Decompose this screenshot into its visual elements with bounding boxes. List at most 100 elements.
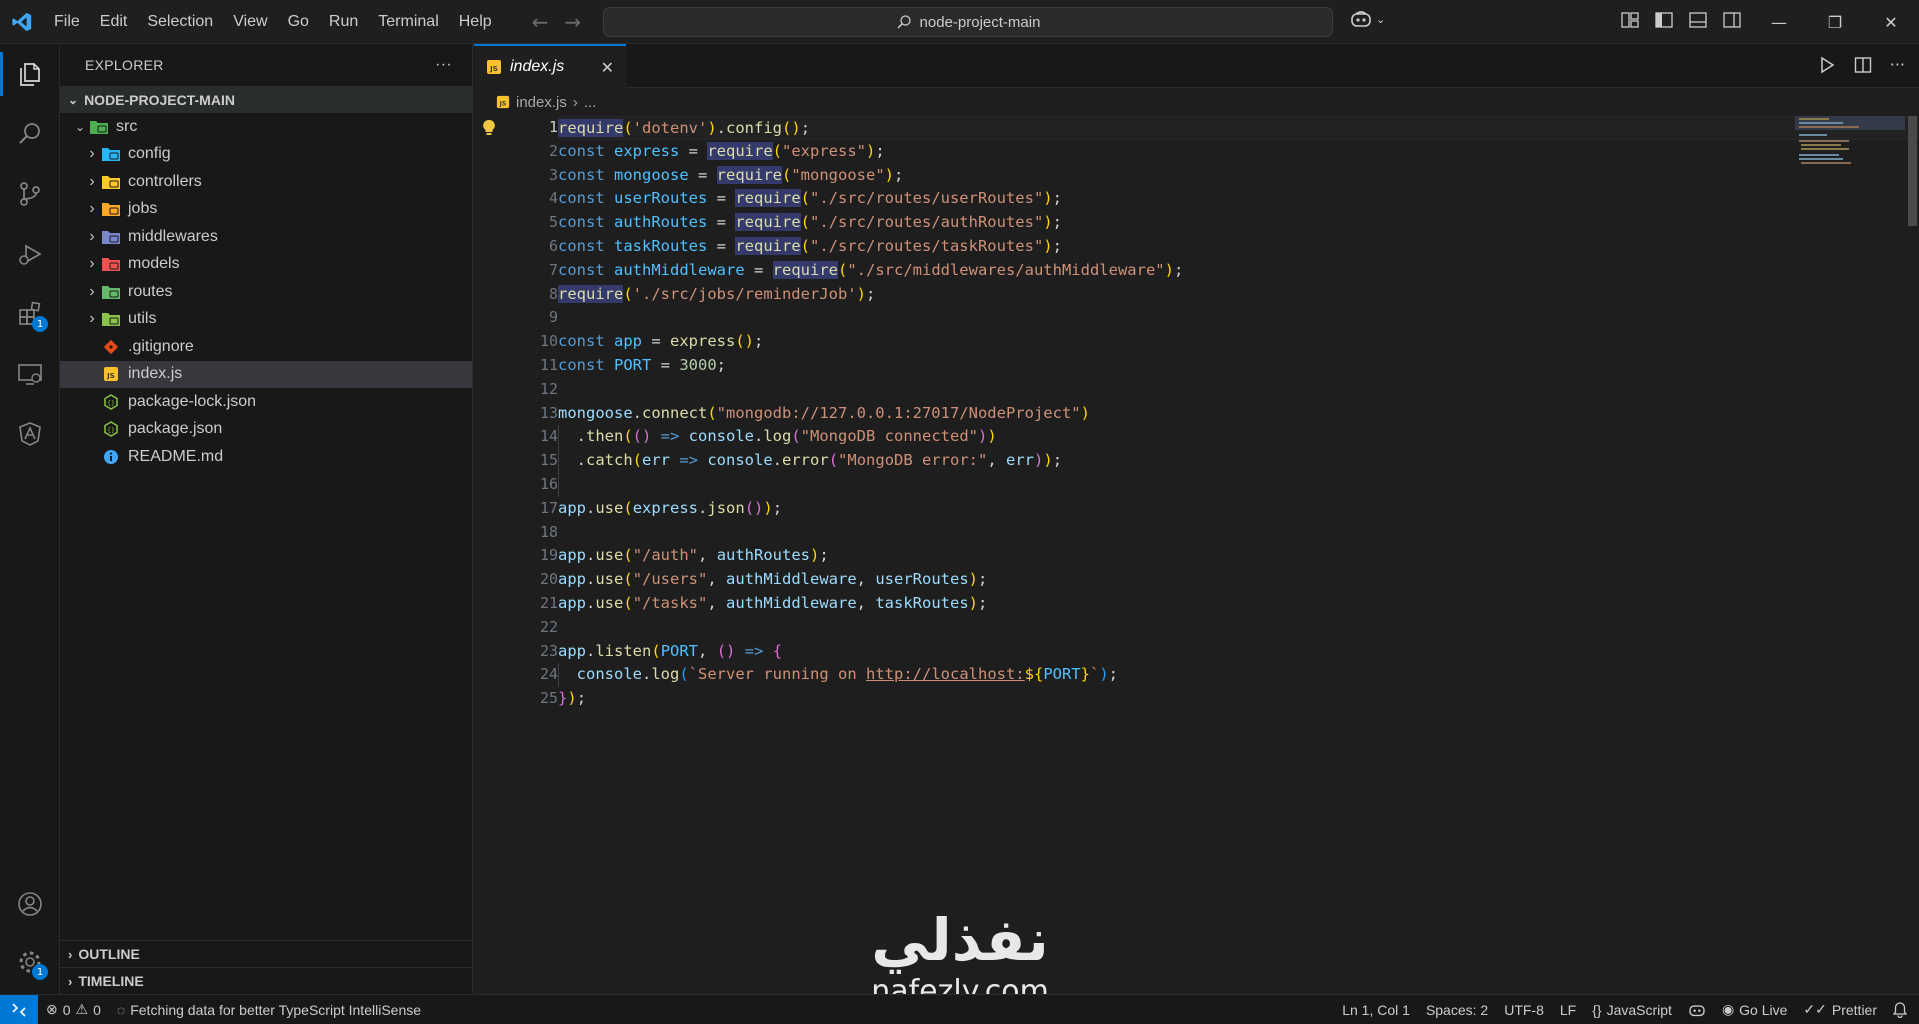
search-icon[interactable] — [0, 106, 60, 162]
code-line[interactable]: app.listen(PORT, () => { — [558, 640, 1919, 664]
code-line[interactable]: app.use("/users", authMiddleware, userRo… — [558, 568, 1919, 592]
code-editor[interactable]: 1 2 3 4 5 6 7 8 9 10 11 12 13 14 15 16 17 18 19 20 21 22 23 24 2… — [474, 116, 1919, 994]
source-control-icon[interactable] — [0, 166, 60, 222]
extensions-icon[interactable]: 1 — [0, 286, 60, 342]
chevron-right-icon[interactable]: › — [84, 200, 100, 218]
remote-explorer-icon[interactable] — [0, 346, 60, 402]
code-line[interactable]: const taskRoutes = require("./src/routes… — [558, 235, 1919, 259]
workspace-root[interactable]: ⌄ NODE-PROJECT-MAIN — [60, 86, 472, 113]
cursor-position[interactable]: Ln 1, Col 1 — [1334, 995, 1418, 1024]
back-arrow-icon[interactable]: ← — [532, 10, 549, 34]
code-line[interactable]: const authMiddleware = require("./src/mi… — [558, 259, 1919, 283]
gear-icon[interactable]: 1 — [0, 934, 60, 990]
tree-item-jobs[interactable]: › jobs — [60, 196, 472, 224]
code-line[interactable]: const userRoutes = require("./src/routes… — [558, 187, 1919, 211]
timeline-section[interactable]: › TIMELINE — [60, 967, 473, 994]
code-line[interactable]: app.use("/tasks", authMiddleware, taskRo… — [558, 592, 1919, 616]
toggle-secondary-sidebar-icon[interactable] — [1722, 10, 1742, 30]
command-center[interactable]: node-project-main — [603, 7, 1333, 37]
code-line[interactable]: const authRoutes = require("./src/routes… — [558, 211, 1919, 235]
encoding[interactable]: UTF-8 — [1496, 995, 1552, 1024]
close-icon[interactable]: ✕ — [601, 58, 614, 77]
menu-item-selection[interactable]: Selection — [137, 0, 223, 44]
code-line[interactable] — [558, 521, 1919, 545]
notifications-icon[interactable] — [1885, 995, 1919, 1024]
chevron-right-icon[interactable]: › — [84, 310, 100, 328]
code-line[interactable]: require('dotenv').config(); — [558, 116, 1919, 140]
more-actions-icon[interactable]: ··· — [1890, 56, 1905, 74]
toggle-primary-sidebar-icon[interactable] — [1654, 10, 1674, 30]
code-line[interactable]: const express = require("express"); — [558, 140, 1919, 164]
chevron-right-icon[interactable]: › — [84, 283, 100, 301]
tree-item-models[interactable]: › models — [60, 251, 472, 279]
tree-item-package-lock-json[interactable]: {} package-lock.json — [60, 388, 472, 416]
menu-item-help[interactable]: Help — [449, 0, 502, 44]
copilot-button[interactable]: ⌄ — [1350, 10, 1385, 28]
explorer-icon[interactable] — [0, 46, 60, 102]
code-line[interactable]: .then(() => console.log("MongoDB connect… — [558, 425, 1919, 449]
code-line[interactable] — [558, 473, 1919, 497]
run-debug-icon[interactable] — [0, 226, 60, 282]
accounts-icon[interactable] — [0, 876, 60, 932]
code-line[interactable]: }); — [558, 687, 1919, 711]
code-line[interactable]: mongoose.connect("mongodb://127.0.0.1:27… — [558, 402, 1919, 426]
tree-item-index-js[interactable]: JS index.js — [60, 360, 472, 388]
customize-layout-icon[interactable] — [1620, 10, 1640, 30]
remote-indicator-icon[interactable] — [0, 994, 38, 1024]
tree-item-src[interactable]: ⌄ src — [60, 113, 472, 141]
outline-section[interactable]: › OUTLINE — [60, 940, 473, 967]
tree-item-config[interactable]: › config — [60, 141, 472, 169]
code-line[interactable]: app.use(express.json()); — [558, 497, 1919, 521]
tree-item-gitignore[interactable]: .gitignore — [60, 333, 472, 361]
minimap[interactable] — [1795, 116, 1905, 168]
prettier-button[interactable]: ✓✓ Prettier — [1795, 995, 1885, 1024]
tab-index-js[interactable]: JS index.js ✕ — [474, 44, 626, 88]
menu-item-edit[interactable]: Edit — [90, 0, 138, 44]
problems-indicator[interactable]: ⊗ 0 ⚠ 0 — [38, 995, 109, 1024]
go-live-button[interactable]: ◉ Go Live — [1714, 995, 1795, 1024]
breadcrumb-file[interactable]: index.js — [516, 94, 567, 111]
breadcrumb-symbol[interactable]: ... — [584, 94, 597, 111]
menu-item-view[interactable]: View — [223, 0, 277, 44]
forward-arrow-icon[interactable]: → — [564, 10, 581, 34]
tree-item-routes[interactable]: › routes — [60, 278, 472, 306]
close-window-icon[interactable]: ✕ — [1863, 0, 1919, 44]
menu-item-file[interactable]: File — [44, 0, 90, 44]
chevron-right-icon[interactable]: › — [84, 255, 100, 273]
chevron-right-icon[interactable]: › — [84, 173, 100, 191]
code-line[interactable]: require('./src/jobs/reminderJob'); — [558, 283, 1919, 307]
code-line[interactable] — [558, 306, 1919, 330]
code-line[interactable]: console.log(`Server running on http://lo… — [558, 663, 1919, 687]
chevron-right-icon[interactable]: › — [84, 228, 100, 246]
tree-item-package-json[interactable]: {} package.json — [60, 416, 472, 444]
tree-item-readme-md[interactable]: README.md — [60, 443, 472, 471]
tree-item-controllers[interactable]: › controllers — [60, 168, 472, 196]
code-line[interactable]: const PORT = 3000; — [558, 354, 1919, 378]
tree-item-utils[interactable]: › utils — [60, 306, 472, 334]
scrollbar-thumb[interactable] — [1908, 116, 1917, 226]
chevron-down-icon[interactable]: ⌄ — [72, 120, 88, 134]
copilot-status-icon[interactable] — [1680, 995, 1714, 1024]
run-icon[interactable] — [1818, 56, 1836, 74]
code-line[interactable]: const mongoose = require("mongoose"); — [558, 164, 1919, 188]
code-line[interactable] — [558, 616, 1919, 640]
editor-scrollbar[interactable] — [1905, 116, 1919, 640]
toggle-panel-icon[interactable] — [1688, 10, 1708, 30]
language-mode[interactable]: {} JavaScript — [1584, 995, 1680, 1024]
menu-item-terminal[interactable]: Terminal — [368, 0, 448, 44]
menu-item-go[interactable]: Go — [278, 0, 319, 44]
minimize-icon[interactable]: — — [1751, 0, 1807, 44]
restore-icon[interactable]: ❐ — [1807, 0, 1863, 44]
split-editor-icon[interactable] — [1854, 56, 1872, 74]
angular-icon[interactable] — [0, 406, 60, 462]
menu-item-run[interactable]: Run — [319, 0, 368, 44]
code-line[interactable]: app.use("/auth", authRoutes); — [558, 544, 1919, 568]
tree-item-middlewares[interactable]: › middlewares — [60, 223, 472, 251]
code-line[interactable] — [558, 378, 1919, 402]
code-line[interactable]: .catch(err => console.error("MongoDB err… — [558, 449, 1919, 473]
chevron-right-icon[interactable]: › — [84, 145, 100, 163]
indentation[interactable]: Spaces: 2 — [1418, 995, 1496, 1024]
more-actions-icon[interactable]: ··· — [435, 56, 452, 74]
end-of-line[interactable]: LF — [1552, 995, 1584, 1024]
code-line[interactable]: const app = express(); — [558, 330, 1919, 354]
